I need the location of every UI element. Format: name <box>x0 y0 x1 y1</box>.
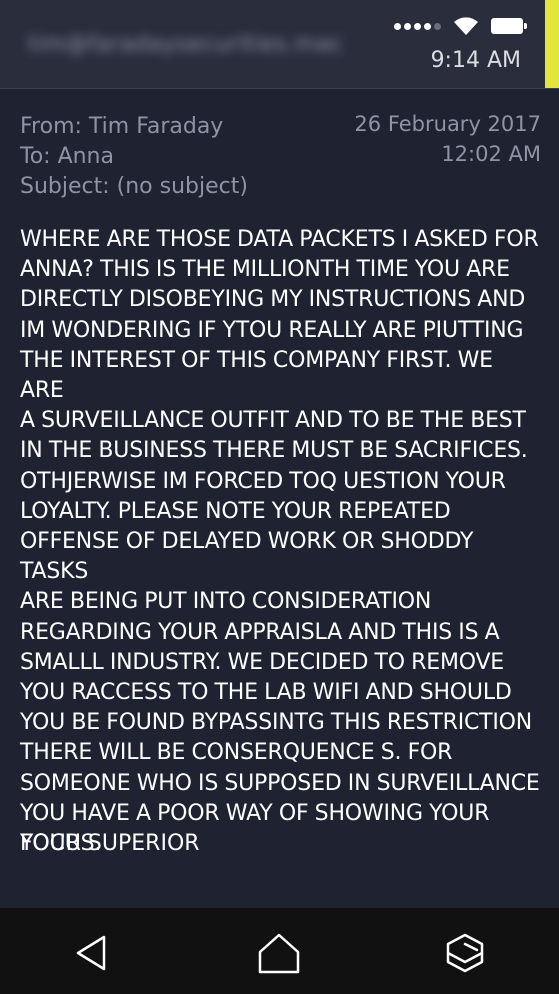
body-line: ARE BEING PUT INTO CONSIDERATION <box>20 589 432 615</box>
body-line: IN THE BUSINESS THERE MUST BE SACRIFICES… <box>20 438 528 464</box>
message-header: From: Tim Faraday To: Anna Subject: (no … <box>20 112 248 202</box>
home-icon <box>258 933 300 974</box>
body-line: YOU RACCESS TO THE LAB WIFI AND SHOULD <box>20 680 512 706</box>
body-line: ANNA? THIS IS THE MILLIONTH TIME YOU ARE <box>20 257 510 283</box>
subject: Subject: (no subject) <box>20 174 248 199</box>
body-line: YOU HAVE A POOR WAY OF SHOWING YOUR <box>20 800 490 826</box>
status-icons <box>394 16 527 36</box>
back-icon <box>76 935 106 971</box>
body-line: A SURVEILLANCE OUTFIT AND TO BE THE BEST <box>20 408 526 434</box>
body-line: THE INTEREST OF THIS COMPANY FIRST. WE A… <box>20 347 493 404</box>
account-email: tim@faradaysecurities.mac <box>28 32 343 57</box>
body-line: WHERE ARE THOSE DATA PACKETS I ASKED FOR <box>20 227 539 252</box>
recent-apps-icon <box>446 933 484 973</box>
body-line: REGARDING YOUR APPRAISLA AND THIS IS A <box>20 619 500 645</box>
wifi-icon <box>454 17 478 35</box>
body-line: OFFENSE OF DELAYED WORK OR SHODDY TASKS <box>20 529 474 585</box>
accent-bar <box>545 0 559 88</box>
back-button[interactable] <box>68 930 114 976</box>
body-line: THERE WILL BE CONSERQUENCE S. FOR <box>20 740 453 766</box>
message-date: 26 February 2017 12:02 AM <box>354 109 541 169</box>
recipient[interactable]: To: Anna <box>20 142 248 172</box>
signal-icon <box>394 22 441 30</box>
battery-icon <box>491 18 527 34</box>
signature: YOUR SUPERIOR <box>20 831 200 856</box>
body-line: DIRECTLY DISOBEYING MY INSTRUCTIONS AND <box>20 287 526 313</box>
status-bar: tim@faradaysecurities.mac 9:14 AM <box>0 0 559 89</box>
body-line: SOMEONE WHO IS SUPPOSED IN SURVEILLANCE <box>20 770 540 796</box>
message-body: WHERE ARE THOSE DATA PACKETS I ASKED FOR… <box>20 225 540 859</box>
message-date-text: 26 February 2017 <box>354 112 541 136</box>
body-line: YOU BE FOUND BYPASSINTG THIS RESTRICTION <box>20 710 533 736</box>
body-line: IM WONDERING IF YTOU REALLY ARE PIUTTING <box>20 317 524 343</box>
navigation-bar <box>0 908 559 994</box>
body-line: LOYALTY. PLEASE NOTE YOUR REPEATED <box>20 498 451 524</box>
message-time-text: 12:02 AM <box>441 142 541 166</box>
status-time: 9:14 AM <box>430 48 521 73</box>
body-line: OTHJERWISE IM FORCED TOQ UESTION YOUR <box>20 468 506 494</box>
home-button[interactable] <box>256 930 302 976</box>
body-line: SMALLL INDUSTRY. WE DECIDED TO REMOVE <box>20 649 505 675</box>
recent-apps-button[interactable] <box>442 930 488 976</box>
sender[interactable]: From: Tim Faraday <box>20 112 248 142</box>
